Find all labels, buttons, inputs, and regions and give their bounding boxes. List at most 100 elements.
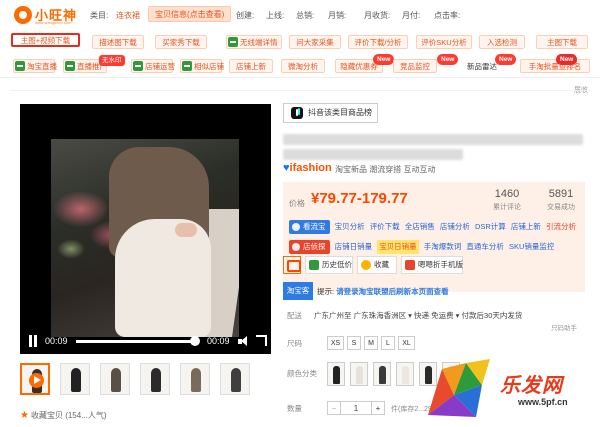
monthly-revenue-label: 月收货: [364, 11, 391, 20]
video-progress-bar[interactable] [76, 340, 194, 343]
product-video-player[interactable] [20, 104, 271, 354]
link-traffic-analysis[interactable]: 引流分析 [546, 220, 576, 234]
delivery-text[interactable]: 广东广州至 广东珠海香洲区 ▾ 快递 免运费 ▾ 付款后30天内发货 [314, 310, 522, 321]
store-new-button[interactable]: 店铺上新 [229, 59, 273, 73]
link-store-daily-sales[interactable]: 店铺日销量 [335, 240, 373, 254]
link-review-download[interactable]: 评价下载 [370, 220, 400, 234]
category-label: 类目: [90, 11, 109, 20]
size-option[interactable]: S [347, 336, 361, 350]
link-product-analysis[interactable]: 宝贝分析 [335, 220, 365, 234]
taobaoke-button[interactable]: 淘宝客 [283, 282, 313, 300]
color-option[interactable] [350, 362, 368, 386]
size-option[interactable]: L [381, 336, 395, 350]
store-ops-button[interactable]: 店铺运营 [131, 59, 175, 73]
weitao-analysis-button[interactable]: 微淘分析 [281, 59, 325, 73]
diantanzi-tag[interactable]: 店侦探 [289, 240, 330, 254]
color-option[interactable] [373, 362, 391, 386]
color-option[interactable] [327, 362, 345, 386]
batch-rank-button[interactable]: 手淘批量查排名 [520, 59, 590, 73]
size-option[interactable]: XS [327, 336, 344, 350]
coupon-icon[interactable] [283, 256, 301, 274]
link-product-daily-sales[interactable]: 宝贝日销量 [377, 240, 419, 254]
qa-collect-button[interactable]: 问大家采集 [289, 35, 341, 49]
delivery-row: 配送 广东广州至 广东珠海香洲区 ▾ 快递 免运费 ▾ 付款后30天内发货 只码… [283, 310, 593, 332]
taobaoke-hint: 提示: 请登录淘宝联盟后刷新本页面查看 [317, 287, 449, 296]
tiktok-icon [291, 107, 303, 119]
quantity-input[interactable]: 1 [341, 401, 371, 415]
pause-icon[interactable] [28, 335, 38, 347]
toolbar-info-row: 小旺神 www.wangshen.com 类目: 连衣裙 宝贝信息(点击查看) … [0, 4, 600, 26]
qrcode-icon [405, 260, 415, 270]
favorite-product[interactable]: ★ 收藏宝贝 (154...人气) [20, 410, 107, 421]
desc-image-download-button[interactable]: 描述图下载 [92, 35, 144, 49]
taobao-live-button[interactable]: 淘宝直播 [13, 59, 57, 73]
mobile-detail-button[interactable]: 无线端详情 [226, 35, 282, 49]
created-label: 创建: [236, 11, 255, 20]
plugin-toolbar: 小旺神 www.wangshen.com 类目: 连衣裙 宝贝信息(点击查看) … [0, 0, 600, 78]
thumbnail[interactable] [180, 363, 210, 395]
transaction-count: 5891 交易成功 [547, 188, 575, 211]
size-option[interactable]: M [364, 336, 378, 350]
review-count: 1460 累计评论 [493, 188, 521, 211]
thumbnail-video[interactable] [20, 363, 50, 395]
price-history-button[interactable]: 历史低价 [305, 256, 353, 274]
video-controls: 00:09 00:09 [20, 330, 271, 354]
link-store-analysis[interactable]: 店铺分析 [440, 220, 470, 234]
color-option[interactable] [419, 362, 437, 386]
video-current-time: 00:09 [45, 336, 68, 346]
color-row: 颜色分类 [283, 362, 593, 388]
buyer-show-download-button[interactable]: 买家秀下载 [155, 35, 207, 49]
thumbnail[interactable] [140, 363, 170, 395]
click-rate-label: 点击率: [434, 11, 461, 20]
logo[interactable]: 小旺神 www.wangshen.com [14, 5, 84, 27]
quantity-label: 数量 [287, 404, 302, 413]
thumbnail[interactable] [60, 363, 90, 395]
color-option[interactable] [396, 362, 414, 386]
competitor-monitor-button[interactable]: 竞品监控 [393, 59, 437, 73]
review-sku-button[interactable]: 评价SKU分析 [416, 35, 472, 49]
listed-label: 上线: [266, 11, 285, 20]
video-frame [51, 139, 239, 337]
review-download-button[interactable]: 评价下载/分析 [348, 35, 408, 49]
new-badge: New [495, 54, 517, 65]
chart-icon [309, 260, 319, 270]
video-progress-handle[interactable] [190, 336, 200, 346]
douyin-rank-button[interactable]: 抖音该类目商品榜 [283, 103, 378, 123]
divider [10, 90, 590, 91]
category-value[interactable]: 连衣裙 [116, 10, 140, 21]
quantity-increase-button[interactable]: + [371, 401, 385, 415]
product-info-badge[interactable]: 宝贝信息(点击查看) [148, 6, 232, 22]
selection-check-button[interactable]: 入选检测 [479, 35, 525, 49]
kanliubao-row: 看流宝 宝贝分析 评价下载 全店销售 店铺分析 DSR计算 店铺上新 引流分析 [289, 220, 579, 236]
similar-stores-button[interactable]: 相似店铺 [180, 59, 224, 73]
no-watermark-badge: 无水印 [99, 55, 125, 66]
mobile-version-button[interactable]: 嗯嗯折手机版 [401, 256, 463, 274]
kanliubao-tag[interactable]: 看流宝 [289, 220, 330, 234]
link-hot-keywords[interactable]: 手淘爆款词 [424, 240, 462, 254]
main-image-video-download-button[interactable]: 主图+视频下载 [11, 33, 80, 47]
new-badge: New [437, 54, 459, 65]
brand-logo: ♥ifashion [283, 162, 332, 174]
link-dsr-calc[interactable]: DSR计算 [475, 220, 506, 234]
collect-button[interactable]: 收藏 [357, 256, 397, 274]
link-ztc-analysis[interactable]: 直通车分析 [466, 240, 504, 254]
product-title-redacted [283, 149, 463, 160]
fullscreen-icon[interactable] [256, 335, 267, 346]
size-row: 尺码 XS S M L XL [283, 336, 593, 352]
thumbnail[interactable] [100, 363, 130, 395]
link-store-new[interactable]: 店铺上新 [511, 220, 541, 234]
tag-icon [65, 61, 75, 71]
link-sku-monitor[interactable]: SKU销量监控 [509, 240, 554, 254]
logo-icon [14, 6, 32, 24]
quantity-decrease-button[interactable]: − [327, 401, 341, 415]
thumbnail[interactable] [220, 363, 250, 395]
tag-icon [182, 61, 192, 71]
main-image-download-button[interactable]: 主图下载 [536, 35, 588, 49]
volume-icon[interactable] [238, 336, 248, 347]
price-value: ¥79.77-179.77 [311, 190, 408, 207]
play-icon [29, 373, 44, 388]
link-store-sales[interactable]: 全店销售 [405, 220, 435, 234]
search-icon [292, 243, 300, 251]
size-option[interactable]: XL [398, 336, 415, 350]
color-option[interactable] [442, 362, 460, 386]
